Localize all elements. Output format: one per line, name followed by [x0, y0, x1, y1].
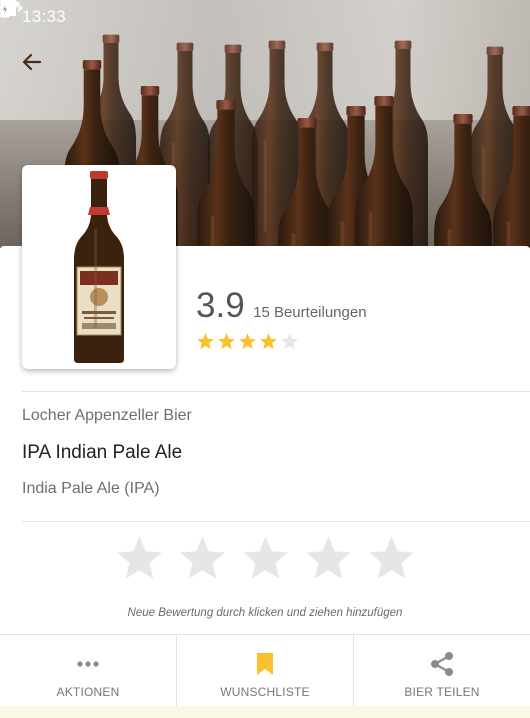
divider: [22, 391, 530, 392]
rating-count: 15 Beurteilungen: [253, 304, 367, 321]
rate-star-4[interactable]: [303, 533, 354, 584]
status-time: 13:33: [22, 7, 67, 26]
share-beer-button[interactable]: BIER TEILEN: [354, 635, 530, 706]
star-icon: [197, 333, 214, 350]
rating-value: 3.9: [196, 286, 245, 325]
wishlist-label: WUNSCHLISTE: [220, 685, 310, 699]
beer-name: IPA Indian Pale Ale: [22, 442, 183, 463]
more-dots-icon: [76, 651, 100, 677]
bottom-strip: [0, 706, 530, 718]
star-icon: [281, 333, 298, 350]
star-icon: [260, 333, 277, 350]
rating-stars: [196, 332, 367, 351]
star-icon: [218, 333, 235, 350]
share-icon: [429, 651, 455, 677]
back-button[interactable]: [20, 50, 56, 86]
rate-star-2[interactable]: [177, 533, 228, 584]
beer-bottle-picture: [74, 171, 124, 363]
average-rating: 3.9 15 Beurteilungen: [196, 286, 367, 351]
rating-hint: Neue Bewertung durch klicken und ziehen …: [127, 607, 403, 619]
user-rating-stars[interactable]: [114, 533, 417, 584]
share-label: BIER TEILEN: [404, 685, 480, 699]
rate-star-3[interactable]: [240, 533, 291, 584]
wishlist-button[interactable]: WUNSCHLISTE: [177, 635, 354, 706]
brewery-name: Locher Appenzeller Bier: [22, 407, 192, 424]
star-icon: [239, 333, 256, 350]
action-bar: AKTIONEN WUNSCHLISTE BIER TEILEN: [0, 634, 530, 706]
actions-button[interactable]: AKTIONEN: [0, 635, 177, 706]
screen: 13:33 3.9 15 Beurteilungen Locher Appenz…: [0, 0, 530, 718]
divider: [22, 521, 530, 522]
rate-star-5[interactable]: [366, 533, 417, 584]
beer-bottle-image: [22, 165, 176, 369]
beer-style: India Pale Ale (IPA): [22, 480, 160, 497]
bookmark-icon: [256, 651, 274, 677]
status-bar: 13:33: [0, 0, 530, 34]
actions-label: AKTIONEN: [56, 685, 120, 699]
rate-star-1[interactable]: [114, 533, 165, 584]
